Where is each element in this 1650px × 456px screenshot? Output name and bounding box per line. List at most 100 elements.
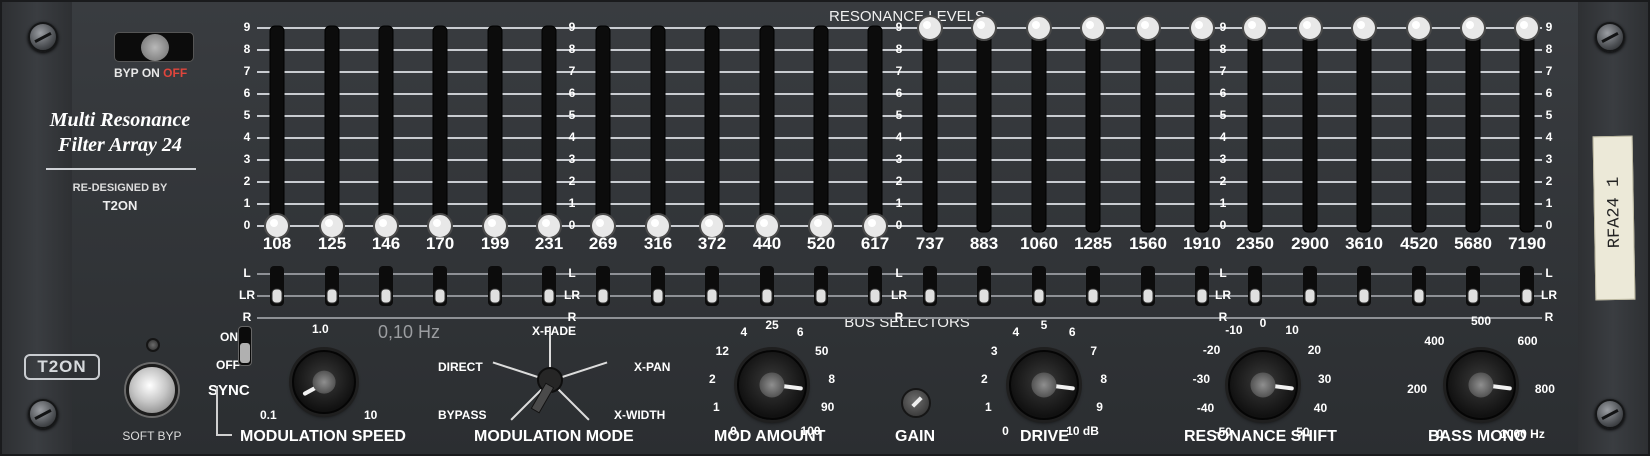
- scale-tick: 3: [243, 152, 251, 166]
- bus-selector-7190[interactable]: [1521, 288, 1533, 304]
- bus-label: R: [1544, 310, 1554, 324]
- scale-tick: 6: [895, 86, 903, 100]
- gain-knob[interactable]: [901, 388, 931, 418]
- bus-selector-231[interactable]: [543, 288, 555, 304]
- fader-track: [1031, 25, 1047, 233]
- drive-tick: 1: [985, 400, 992, 415]
- resonance-shift-label: RESONANCE SHIFT: [1184, 428, 1337, 445]
- scale-tick: 5: [1545, 108, 1553, 122]
- bass-mono-tick: 400: [1424, 334, 1445, 349]
- bus-selector-520[interactable]: [815, 288, 827, 304]
- fader-highlight: [868, 219, 876, 227]
- bus-selector-1060[interactable]: [1033, 288, 1045, 304]
- bus-selector-737[interactable]: [924, 288, 936, 304]
- fader-track: [976, 25, 992, 233]
- gain-label: GAIN: [895, 428, 935, 445]
- fader-track: [541, 25, 557, 233]
- fader-track: [813, 25, 829, 233]
- band-frequency-269: 269: [588, 234, 618, 253]
- drive-tick: 2: [980, 371, 988, 386]
- band-frequency-1060: 1060: [1020, 234, 1058, 253]
- bus-selector-5680[interactable]: [1467, 288, 1479, 304]
- scale-tick: 4: [1545, 130, 1553, 144]
- bus-selector-3610[interactable]: [1358, 288, 1370, 304]
- mod-speed-tick: 0.1: [260, 408, 277, 422]
- bus-selector-125[interactable]: [326, 288, 338, 304]
- resonance-fader-737[interactable]: [917, 15, 943, 41]
- mod-amount-knob[interactable]: [737, 350, 807, 420]
- drive-tick: 7: [1090, 344, 1098, 359]
- mod-amount-tick: 6: [796, 325, 804, 340]
- bus-selector-108[interactable]: [271, 288, 283, 304]
- mod-amount-tick: 8: [828, 371, 835, 386]
- scale-tick: 2: [243, 174, 251, 188]
- fader-highlight: [1412, 21, 1420, 29]
- resonance-shift-tick: 20: [1307, 343, 1322, 358]
- resonance-fader-883[interactable]: [971, 15, 997, 41]
- plugin-panel: BYP ON OFF Multi Resonance Filter Array 2…: [0, 0, 1650, 456]
- resonance-shift-tick: -20: [1202, 343, 1221, 358]
- bus-label: L: [243, 266, 251, 280]
- bus-selector-372[interactable]: [706, 288, 718, 304]
- bus-label: L: [568, 266, 576, 280]
- scale-tick: 6: [568, 86, 576, 100]
- bus-selector-1285[interactable]: [1087, 288, 1099, 304]
- bass-mono-tick: 500: [1470, 314, 1492, 328]
- bus-selector-269[interactable]: [597, 288, 609, 304]
- scale-tick: 5: [568, 108, 576, 122]
- fader-highlight: [1248, 21, 1256, 29]
- resonance-fader-4520[interactable]: [1406, 15, 1432, 41]
- bass-mono-knob[interactable]: [1446, 350, 1516, 420]
- resonance-fader-3610[interactable]: [1351, 15, 1377, 41]
- resonance-fader-2350[interactable]: [1242, 15, 1268, 41]
- scale-tick: 0: [895, 218, 903, 232]
- bus-selector-1560[interactable]: [1142, 288, 1154, 304]
- tape-text: RFA24 1: [1604, 176, 1626, 249]
- mod-speed-knob[interactable]: [292, 350, 356, 414]
- fader-track: [1085, 25, 1101, 233]
- fader-track: [432, 25, 448, 233]
- mod-amount-label: MOD AMOUNT: [714, 428, 826, 445]
- bus-selector-617[interactable]: [869, 288, 881, 304]
- resonance-fader-1560[interactable]: [1135, 15, 1161, 41]
- mod-mode-label: MODULATION MODE: [474, 428, 634, 445]
- resonance-fader-7190[interactable]: [1514, 15, 1540, 41]
- resonance-fader-1060[interactable]: [1026, 15, 1052, 41]
- scale-tick: 6: [1219, 86, 1227, 100]
- scale-tick: 2: [895, 174, 903, 188]
- bus-selector-4520[interactable]: [1413, 288, 1425, 304]
- mod-mode-xwidth[interactable]: X-WIDTH: [614, 408, 665, 422]
- mod-mode-bypass[interactable]: BYPASS: [438, 408, 486, 422]
- sync-switch[interactable]: [238, 326, 252, 366]
- mod-mode-xfade[interactable]: X-FADE: [532, 324, 576, 338]
- mod-speed-tick: 1.0: [312, 322, 329, 336]
- mod-mode-direct[interactable]: DIRECT: [438, 360, 483, 374]
- bus-selector-2900[interactable]: [1304, 288, 1316, 304]
- resonance-shift-tick: 10: [1285, 323, 1299, 338]
- bus-selector-883[interactable]: [978, 288, 990, 304]
- bus-selector-146[interactable]: [380, 288, 392, 304]
- mod-mode-xpan[interactable]: X-PAN: [634, 360, 670, 374]
- scale-tick: 3: [1219, 152, 1227, 166]
- bus-selector-316[interactable]: [652, 288, 664, 304]
- bus-selector-170[interactable]: [434, 288, 446, 304]
- bus-selector-199[interactable]: [489, 288, 501, 304]
- bus-selector-1910[interactable]: [1196, 288, 1208, 304]
- fader-highlight: [923, 21, 931, 29]
- band-frequency-3610: 3610: [1345, 234, 1383, 253]
- resonance-fader-2900[interactable]: [1297, 15, 1323, 41]
- bus-selector-440[interactable]: [761, 288, 773, 304]
- bus-selector-2350[interactable]: [1249, 288, 1261, 304]
- resonance-fader-5680[interactable]: [1460, 15, 1486, 41]
- resonance-fader-1910[interactable]: [1189, 15, 1215, 41]
- scale-tick: 2: [568, 174, 576, 188]
- scale-tick: 4: [568, 130, 576, 144]
- resonance-shift-knob[interactable]: [1228, 350, 1298, 420]
- resonance-fader-1285[interactable]: [1080, 15, 1106, 41]
- fader-highlight: [433, 219, 441, 227]
- fader-track: [922, 25, 938, 233]
- drive-knob[interactable]: [1009, 350, 1079, 420]
- scale-tick: 8: [1219, 42, 1227, 56]
- fader-highlight: [1466, 21, 1474, 29]
- band-frequency-1910: 1910: [1183, 234, 1221, 253]
